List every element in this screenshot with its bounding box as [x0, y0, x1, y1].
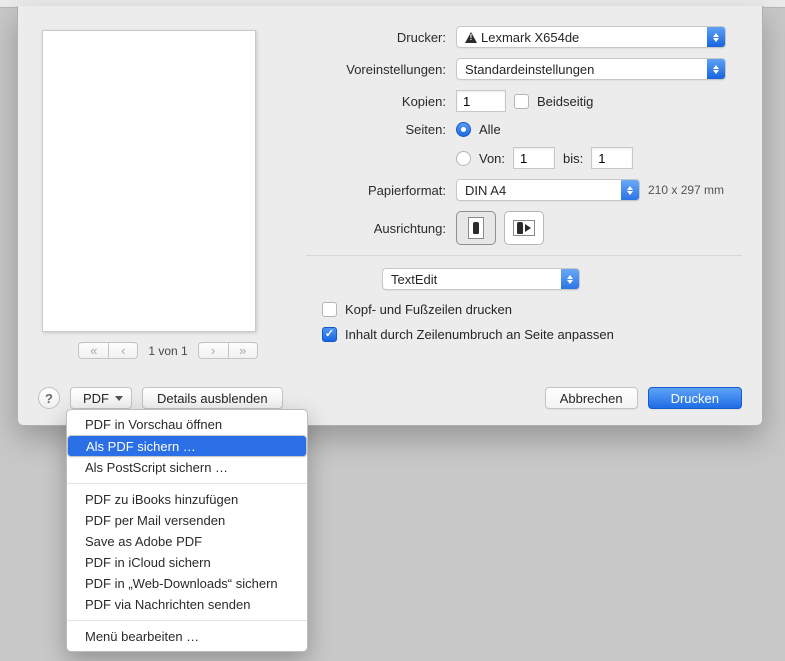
two-sided-label: Beidseitig	[537, 94, 593, 109]
presets-select-value: Standardeinstellungen	[457, 62, 707, 77]
chevron-updown-icon	[707, 27, 725, 47]
menu-separator	[67, 483, 307, 484]
copies-input[interactable]	[456, 90, 506, 112]
print-dialog: « ‹ 1 von 1 › » Drucker: Lexmark X654de	[17, 6, 763, 426]
pager-last-button[interactable]: »	[228, 342, 258, 359]
pages-all-radio[interactable]	[456, 122, 471, 137]
chevron-down-icon	[115, 396, 123, 401]
pager-label: 1 von 1	[148, 344, 187, 358]
pdf-menu-save-webdownloads[interactable]: PDF in „Web-Downloads“ sichern	[67, 573, 307, 594]
pdf-menu-label: PDF	[83, 391, 109, 406]
cancel-button[interactable]: Abbrechen	[545, 387, 638, 409]
chevron-updown-icon	[561, 269, 579, 289]
pdf-menu-send-mail[interactable]: PDF per Mail versenden	[67, 510, 307, 531]
copies-label: Kopien:	[306, 94, 456, 109]
pages-from-label: Von:	[479, 151, 505, 166]
printer-select[interactable]: Lexmark X654de	[456, 26, 726, 48]
orientation-label: Ausrichtung:	[306, 221, 456, 236]
section-select-value: TextEdit	[383, 272, 561, 287]
pages-label: Seiten:	[306, 122, 456, 137]
pdf-menu-save-adobe[interactable]: Save as Adobe PDF	[67, 531, 307, 552]
header-footer-label: Kopf- und Fußzeilen drucken	[345, 302, 512, 317]
pages-from-input[interactable]	[513, 147, 555, 169]
header-footer-checkbox[interactable]	[322, 302, 337, 317]
pages-all-label: Alle	[479, 122, 501, 137]
pdf-menu-edit-menu[interactable]: Menü bearbeiten …	[67, 626, 307, 647]
chevron-updown-icon	[621, 180, 639, 200]
pdf-menu-open-preview[interactable]: PDF in Vorschau öffnen	[67, 414, 307, 435]
two-sided-checkbox[interactable]	[514, 94, 529, 109]
menu-separator	[67, 620, 307, 621]
rewrap-label: Inhalt durch Zeilenumbruch an Seite anpa…	[345, 327, 614, 342]
person-icon	[517, 222, 523, 234]
paper-dimensions: 210 x 297 mm	[648, 183, 724, 197]
pages-range-radio[interactable]	[456, 151, 471, 166]
rewrap-checkbox[interactable]	[322, 327, 337, 342]
separator	[306, 255, 742, 256]
printer-select-value: Lexmark X654de	[481, 30, 579, 45]
pages-to-input[interactable]	[591, 147, 633, 169]
printer-label: Drucker:	[306, 30, 456, 45]
pdf-dropdown-menu: PDF in Vorschau öffnen Als PDF sichern ……	[66, 409, 308, 652]
orientation-landscape-button[interactable]	[504, 211, 544, 245]
pages-to-label: bis:	[563, 151, 583, 166]
orientation-portrait-button[interactable]	[456, 211, 496, 245]
presets-select[interactable]: Standardeinstellungen	[456, 58, 726, 80]
warning-icon	[465, 32, 477, 43]
help-button[interactable]: ?	[38, 387, 60, 409]
pager-next-button[interactable]: ›	[198, 342, 228, 359]
papersize-select[interactable]: DIN A4	[456, 179, 640, 201]
chevron-updown-icon	[707, 59, 725, 79]
print-button[interactable]: Drucken	[648, 387, 742, 409]
page-preview	[42, 30, 256, 332]
pager-first-button[interactable]: «	[78, 342, 108, 359]
pdf-menu-save-as-pdf[interactable]: Als PDF sichern …	[67, 435, 307, 457]
pager-prev-button[interactable]: ‹	[108, 342, 138, 359]
section-select[interactable]: TextEdit	[382, 268, 580, 290]
pdf-menu-save-icloud[interactable]: PDF in iCloud sichern	[67, 552, 307, 573]
person-icon	[473, 222, 479, 234]
pdf-menu-add-to-ibooks[interactable]: PDF zu iBooks hinzufügen	[67, 489, 307, 510]
pdf-menu-save-as-postscript[interactable]: Als PostScript sichern …	[67, 457, 307, 478]
pdf-menu-send-messages[interactable]: PDF via Nachrichten senden	[67, 594, 307, 615]
papersize-value: DIN A4	[457, 183, 621, 198]
hide-details-button[interactable]: Details ausblenden	[142, 387, 283, 409]
page-pager: « ‹ 1 von 1 › »	[38, 342, 298, 359]
arrow-right-icon	[525, 224, 531, 232]
pdf-menu-button[interactable]: PDF	[70, 387, 132, 409]
papersize-label: Papierformat:	[306, 183, 456, 198]
presets-label: Voreinstellungen:	[306, 62, 456, 77]
